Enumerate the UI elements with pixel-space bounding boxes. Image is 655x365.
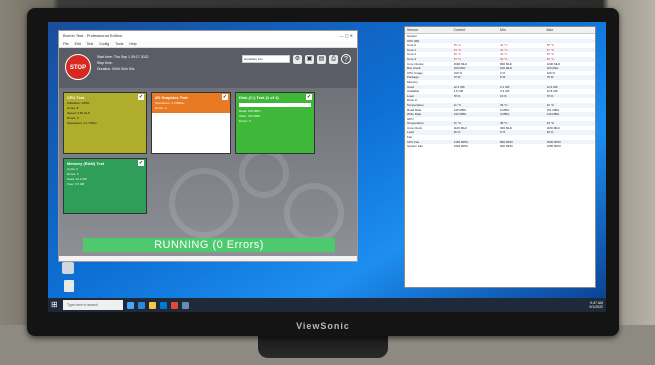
- column-header[interactable]: Current: [454, 28, 501, 32]
- windows-start-icon[interactable]: ⊞: [51, 301, 59, 309]
- table-cell: 600 RPM: [500, 144, 513, 149]
- menu-file[interactable]: File: [63, 42, 69, 46]
- burnin-titlebar[interactable]: BurnIn Test - Professional Edition — ▢ ✕: [59, 31, 357, 41]
- graphics-errors: Errors: 0: [155, 106, 167, 110]
- save-icon[interactable]: ▣: [305, 54, 314, 64]
- store-icon[interactable]: [160, 301, 167, 309]
- taskbar-search-box[interactable]: Type here to search: [63, 300, 123, 310]
- burnin-taskbar-icon[interactable]: [171, 301, 178, 309]
- window-controls[interactable]: — ▢ ✕: [340, 33, 353, 39]
- burnin-header: STOP Start time: Thu Sep 1 09:17 2022 St…: [59, 48, 357, 88]
- background-gear-decoration: [284, 183, 344, 243]
- table-cell: 1320 RPM: [453, 144, 468, 149]
- hwinfo-sensor-list: System CPU [#0] Core 0 85 °C 42 °C 88 °C Core …: [405, 34, 595, 149]
- cpu-test-panel[interactable]: CPU Test ✓ Utilization: 100% Cores: 8 Spe…: [63, 92, 147, 154]
- monitor-stand: [258, 334, 388, 358]
- memory-test-title: Memory (RAM) Test ✓: [67, 160, 144, 166]
- background-gear-decoration: [169, 168, 239, 238]
- memory-test-panel[interactable]: Memory (RAM) Test ✓ Cycle: 2 Errors: 0 Us…: [63, 158, 147, 214]
- file-explorer-icon[interactable]: [149, 301, 156, 309]
- graphics-test-title: 2D Graphics Test ✓: [152, 93, 230, 101]
- disk-progress-bar: [239, 103, 311, 107]
- disk-test-panel[interactable]: Disk (C:) Test (1 of 1) ✓ Read: 145 MB/s …: [235, 92, 315, 154]
- duration: Duration: 000h 00m 00s: [97, 67, 135, 71]
- table-cell: System Fan: [407, 144, 424, 149]
- burnin-window: BurnIn Test - Professional Edition — ▢ ✕…: [58, 30, 358, 262]
- burnin-menubar: File Edit Test Config Tools Help: [59, 41, 357, 48]
- column-header[interactable]: Min: [500, 28, 547, 32]
- hwinfo-taskbar-icon[interactable]: [182, 301, 189, 309]
- edge-icon[interactable]: [138, 301, 145, 309]
- system-tray-clock[interactable]: 9:47 AM 9/1/2022: [589, 301, 603, 309]
- monitor-brand: ViewSonic: [296, 321, 350, 331]
- table-cell: 1350 RPM: [546, 144, 561, 149]
- hardware-info-field[interactable]: Hardware info: [242, 55, 290, 63]
- task-view-icon[interactable]: [127, 301, 134, 309]
- column-header[interactable]: Sensor: [407, 28, 454, 32]
- menu-config[interactable]: Config: [99, 42, 109, 46]
- windows-taskbar: ⊞ Type here to search 9:47 AM 9/1/2022: [48, 298, 606, 312]
- menu-edit[interactable]: Edit: [75, 42, 81, 46]
- hwinfo-sensors-window: Sensor Current Min Max System CPU [#0] Cor…: [404, 26, 596, 288]
- burnin-window-title: BurnIn Test - Professional Edition: [63, 33, 123, 38]
- checkmark-icon: ✓: [306, 94, 312, 100]
- stop-button[interactable]: STOP: [65, 54, 91, 80]
- burnin-test-area: CPU Test ✓ Utilization: 100% Cores: 8 Spe…: [59, 88, 357, 256]
- memory-free: Free: 3.5 GB: [67, 182, 85, 186]
- header-toolbar: Hardware info ⚙ ▣ ▤ ⎙ ?: [242, 54, 351, 64]
- column-header[interactable]: Max: [547, 28, 594, 32]
- cpu-operations: Operations: 2.1 Trillion: [67, 121, 98, 125]
- checkmark-icon: ✓: [138, 160, 144, 166]
- menu-test[interactable]: Test: [87, 42, 93, 46]
- hwinfo-column-headers: Sensor Current Min Max: [405, 27, 595, 34]
- settings-gear-icon[interactable]: ⚙: [293, 54, 302, 64]
- desktop-screen: BurnIn Test - Professional Edition — ▢ ✕…: [48, 22, 606, 312]
- checkmark-icon: ✓: [138, 94, 144, 100]
- graphics-test-panel[interactable]: 2D Graphics Test ✓ Operations: 1.2 Billio…: [151, 92, 231, 154]
- print-icon[interactable]: ⎙: [329, 54, 338, 64]
- recycle-bin-icon[interactable]: [62, 262, 74, 274]
- disk-errors: Errors: 0: [239, 119, 251, 123]
- disk-test-title: Disk (C:) Test (1 of 1) ✓: [239, 94, 312, 100]
- background-gear-decoration: [239, 148, 289, 198]
- menu-tools[interactable]: Tools: [115, 42, 123, 46]
- running-status-bar: RUNNING (0 Errors): [83, 238, 335, 252]
- report-icon[interactable]: ▤: [317, 54, 326, 64]
- checkmark-icon: ✓: [222, 94, 228, 100]
- help-icon[interactable]: ?: [341, 54, 351, 64]
- cpu-test-title: CPU Test ✓: [67, 94, 144, 100]
- table-row[interactable]: System Fan 1320 RPM 600 RPM 1350 RPM: [405, 144, 595, 149]
- clock-date: 9/1/2022: [589, 305, 603, 309]
- test-timing-info: Start time: Thu Sep 1 09:17 2022 Stop ti…: [97, 54, 149, 72]
- desktop-file-icon[interactable]: [64, 280, 74, 292]
- menu-help[interactable]: Help: [129, 42, 136, 46]
